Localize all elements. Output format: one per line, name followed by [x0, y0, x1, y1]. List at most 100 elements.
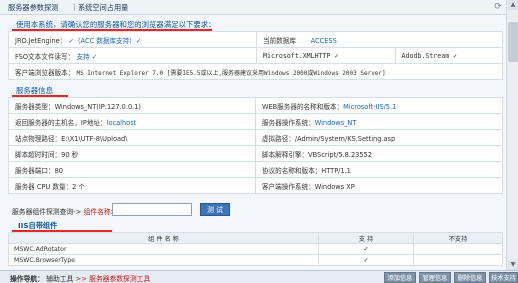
info-value: localhost — [106, 118, 137, 127]
info-value: HTTP/1.1 — [321, 166, 351, 175]
table-row: 服务器 CPU 数量：2 个客户端操作系统：Windows XP — [8, 177, 504, 194]
table-row: JRO.JetEngine： ✓（ACC 数据库支持）✓ 当前数据库 ACCES… — [8, 31, 503, 48]
title-underline — [12, 29, 212, 31]
table-row: 返回服务器的主机名，IP地址：localhost 服务器操作系统：Windows_… — [8, 113, 504, 130]
tab-bar: 服务器参数探测 | 系统空间占用量 ⟳ — [0, 0, 506, 15]
client-label: 客户端浏览器版本： — [15, 68, 75, 77]
refresh-icon[interactable]: ⟳ — [490, 0, 506, 15]
title-underline — [12, 95, 68, 97]
info-cell: 站点物理路径：E:\X1\UTF-8\Upload\ — [8, 129, 256, 146]
table-row: 脚本超时时间：90 秒脚本解释引擎：VBScript/5.8.23552 — [8, 145, 504, 162]
info-cell: 虚拟路径：/Admin/System/KS.Setting.asp — [254, 129, 504, 146]
tab-space-usage[interactable]: 系统空间占用量 — [78, 3, 128, 13]
tech-support-button[interactable]: 技术支持 — [489, 272, 518, 283]
tab-separator: | — [73, 3, 76, 11]
component-probe: 服务器组件探测查询-> 组件名称: 测 试 — [8, 203, 503, 217]
iis-components-title: IIS自带组件 — [8, 220, 503, 232]
nav-arrow: >> — [75, 275, 87, 283]
scrollbar-thumb[interactable] — [508, 22, 518, 62]
nav-prefix: 操作导航： — [10, 275, 44, 283]
table-row: 服务器类型：Windows_NT(IP:127.0.0.1) WEB服务器的名称和… — [8, 97, 504, 114]
info-cell: 服务器端口：80 — [8, 161, 256, 178]
info-value: E:\X1\UTF-8\Upload\ — [61, 134, 128, 143]
nav-current: 服务器参数探测工具 — [89, 275, 151, 283]
header-no-support: 不支持 — [413, 232, 503, 244]
vertical-scrollbar[interactable]: ▲ ▼ — [506, 0, 518, 270]
jro-label: JRO.JetEngine： — [15, 36, 67, 45]
info-label: 返回服务器的主机名，IP地址： — [15, 118, 107, 127]
nav-breadcrumb: 操作导航： 辅助工具 >> 服务器参数探测工具 — [10, 273, 150, 283]
info-value: Microsoft-IIS/5.1 — [343, 102, 397, 111]
header-support: 支 持 — [318, 232, 414, 244]
support-mark: ✓ — [318, 243, 414, 255]
probe-label-text: 服务器组件探测查询-> — [12, 208, 82, 216]
server-info-table: 服务器类型：Windows_NT(IP:127.0.0.1) WEB服务器的名称和… — [8, 97, 504, 194]
client-value: MS Internet Explorer 7.0 [需要IE5.5或以上,服务器… — [76, 69, 386, 77]
info-label: 脚本解释引擎： — [261, 150, 309, 159]
info-cell: 脚本超时时间：90 秒 — [8, 145, 256, 162]
main-content: 使用本系统，请确认您的服务器和您的浏览器满足以下要求： JRO.JetEngin… — [8, 18, 504, 194]
requirements-title-text: 使用本系统，请确认您的服务器和您的浏览器满足以下要求： — [16, 20, 216, 29]
iis-components-table: 组 件 名 称 支 持 不支持 MSWC.AdRotator ✓ MSWC.Brow… — [8, 232, 503, 266]
component-name: MSWC.BrowserType — [8, 254, 319, 266]
info-label: 服务器类型： — [15, 102, 55, 111]
info-value: Windows XP — [314, 182, 355, 191]
info-value: VBScript/5.8.23552 — [308, 150, 372, 159]
requirements-title: 使用本系统，请确认您的服务器和您的浏览器满足以下要求： — [8, 18, 503, 31]
client-cell: 客户端浏览器版本： MS Internet Explorer 7.0 [需要IE… — [8, 63, 503, 80]
info-value: Windows_NT — [314, 118, 357, 127]
xmlhttp-cell: Microsoft.XMLHTTP ✓ — [256, 47, 396, 64]
server-info-title-text: 服务器信息 — [16, 86, 53, 95]
info-label: 客户端操作系统： — [261, 182, 315, 191]
nav-link-tools[interactable]: 辅助工具 — [46, 275, 73, 283]
delete-info-button[interactable]: 删除信息 — [454, 272, 486, 283]
table-row: FSO文本文件读写： 支持 ✓ Microsoft.XMLHTTP ✓ Adod… — [8, 47, 504, 64]
fso-label: FSO文本文件读写： — [15, 52, 75, 61]
info-label: 虚拟路径： — [261, 134, 295, 143]
info-label: 协议的名称和版本： — [261, 166, 322, 175]
info-cell: 客户端操作系统：Windows XP — [254, 177, 504, 194]
scroll-down-icon[interactable]: ▼ — [508, 260, 518, 270]
scroll-up-icon[interactable]: ▲ — [508, 0, 518, 10]
info-value: Windows_NT(IP:127.0.0.1) — [54, 102, 141, 111]
info-cell: 脚本解释引擎：VBScript/5.8.23552 — [254, 145, 504, 162]
info-cell: 协议的名称和版本：HTTP/1.1 — [254, 161, 504, 178]
requirements-table: JRO.JetEngine： ✓（ACC 数据库支持）✓ 当前数据库 ACCES… — [8, 31, 504, 80]
table-row: MSWC.BrowserType ✓ — [8, 254, 503, 266]
server-info-title: 服务器信息 — [8, 84, 503, 97]
header-component-name: 组 件 名 称 — [8, 232, 319, 244]
table-header-row: 组 件 名 称 支 持 不支持 — [8, 232, 503, 244]
adodb-cell: Adodb.Stream ✓ — [394, 47, 504, 64]
db-cell: 当前数据库 ACCESS — [256, 31, 503, 48]
fso-cell: FSO文本文件读写： 支持 ✓ — [8, 47, 257, 64]
info-cell: 服务器类型：Windows_NT(IP:127.0.0.1) — [8, 97, 256, 114]
component-name: MSWC.AdRotator — [8, 243, 319, 255]
tab-server-probe[interactable]: 服务器参数探测 — [8, 3, 58, 13]
info-label: 站点物理路径： — [15, 134, 62, 143]
info-cell: 服务器 CPU 数量：2 个 — [8, 177, 256, 194]
info-value: 80 — [54, 166, 63, 175]
info-cell: 服务器操作系统：Windows_NT — [254, 113, 504, 130]
info-label: 服务器操作系统： — [261, 118, 315, 127]
fso-value: 支持 ✓ — [76, 52, 98, 61]
info-value: /Admin/System/KS.Setting.asp — [294, 134, 396, 143]
no-support-mark — [413, 243, 503, 255]
info-label: 服务器 CPU 数量： — [15, 182, 73, 191]
test-button[interactable]: 测 试 — [200, 203, 230, 216]
jro-cell: JRO.JetEngine： ✓（ACC 数据库支持）✓ — [8, 31, 257, 48]
info-value: 90 秒 — [61, 150, 79, 159]
table-row: MSWC.AdRotator ✓ — [8, 243, 503, 255]
no-support-mark — [413, 254, 503, 266]
support-mark: ✓ — [318, 254, 414, 266]
probe-label: 服务器组件探测查询-> 组件名称: — [12, 206, 113, 216]
db-value: ACCESS — [310, 36, 337, 45]
add-info-button[interactable]: 添加信息 — [384, 272, 416, 283]
component-name-input[interactable] — [112, 203, 192, 216]
info-label: 脚本超时时间： — [15, 150, 62, 159]
manage-info-button[interactable]: 管理信息 — [419, 272, 451, 283]
info-value: 2 个 — [72, 182, 86, 191]
info-label: WEB服务器的名称和版本： — [261, 102, 344, 111]
probe-label-red: 组件名称: — [83, 208, 113, 216]
table-row: 服务器端口：80 协议的名称和版本：HTTP/1.1 — [8, 161, 504, 178]
info-cell: WEB服务器的名称和版本：Microsoft-IIS/5.1 — [254, 97, 504, 114]
